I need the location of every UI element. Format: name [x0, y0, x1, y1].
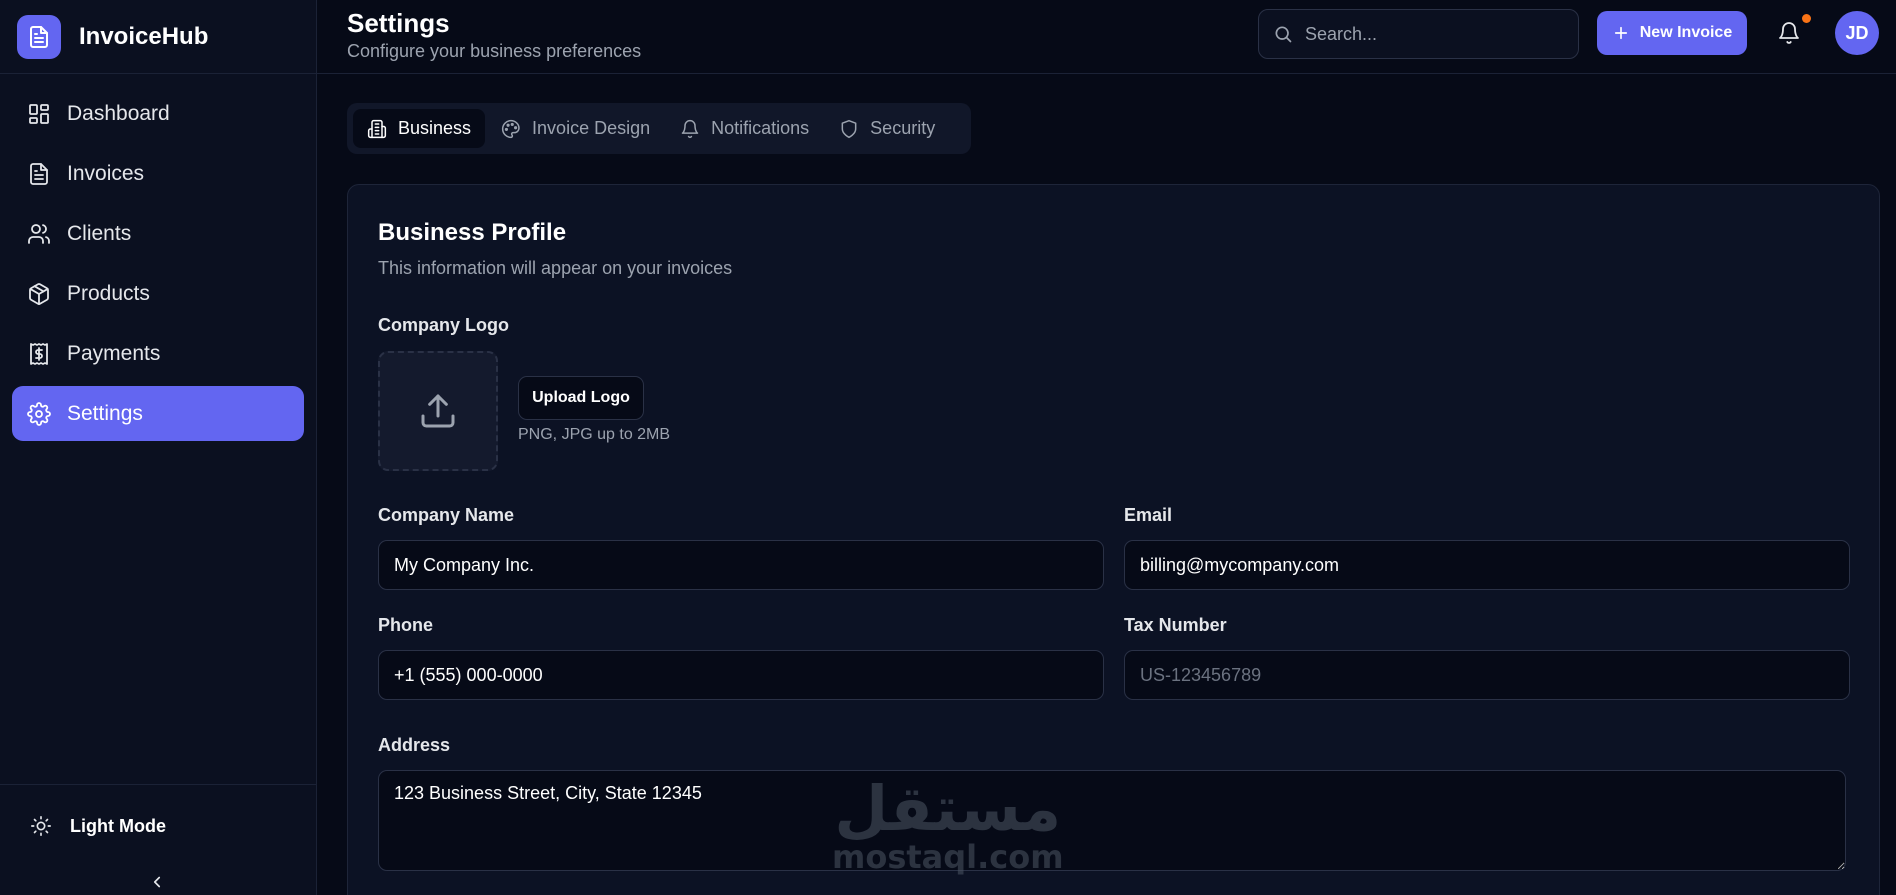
tab-business[interactable]: Business — [353, 109, 486, 148]
new-invoice-label: New Invoice — [1639, 24, 1733, 41]
company-logo-label: Company Logo — [378, 315, 509, 335]
invoice-file-icon — [27, 162, 51, 186]
building-icon — [367, 119, 387, 139]
company-name-input[interactable] — [378, 540, 1104, 590]
tab-label: Invoice Design — [532, 118, 651, 138]
tab-label: Business — [398, 118, 472, 138]
dashboard-icon — [27, 102, 51, 126]
page-subtitle: Configure your business preferences — [347, 41, 642, 61]
sidebar-item-label: Settings — [67, 401, 143, 425]
sun-icon — [30, 815, 52, 837]
notification-dot — [1802, 14, 1811, 23]
phone-label: Phone — [378, 615, 434, 635]
tax-number-label: Tax Number — [1124, 615, 1227, 635]
email-label: Email — [1124, 505, 1173, 525]
sidebar-item-label: Dashboard — [67, 101, 170, 125]
settings-tabs: Business Invoice Design Notifications Se… — [347, 103, 971, 154]
watermark-arabic: مستقل — [834, 772, 1062, 845]
tab-notifications[interactable]: Notifications — [666, 109, 823, 148]
upload-icon — [418, 391, 458, 431]
notifications-bell-icon[interactable] — [1777, 21, 1801, 45]
tab-security[interactable]: Security — [825, 109, 949, 148]
watermark-latin: mostaql.com — [832, 838, 1064, 876]
sidebar-nav: Dashboard Invoices Clients Products Paym… — [0, 74, 316, 441]
sidebar-item-clients[interactable]: Clients — [12, 206, 304, 261]
sidebar-item-label: Payments — [67, 341, 161, 365]
sidebar-item-invoices[interactable]: Invoices — [12, 146, 304, 201]
upload-hint: PNG, JPG up to 2MB — [518, 426, 671, 443]
new-invoice-button[interactable]: New Invoice — [1597, 11, 1747, 55]
search-input[interactable] — [1305, 23, 1565, 45]
company-name-label: Company Name — [378, 505, 515, 525]
page-title: Settings — [347, 8, 450, 38]
light-mode-label: Light Mode — [70, 815, 166, 836]
shield-icon — [839, 119, 859, 139]
sidebar-item-label: Invoices — [67, 161, 145, 185]
brand: InvoiceHub — [0, 0, 316, 74]
sidebar: InvoiceHub Dashboard Invoices Clients Pr… — [0, 0, 317, 895]
mostaql-watermark: مستقل mostaql.com — [832, 772, 1064, 876]
email-input[interactable] — [1124, 540, 1850, 590]
business-profile-card: Business Profile This information will a… — [347, 184, 1880, 895]
bell-icon — [680, 119, 700, 139]
logo-dropzone[interactable] — [378, 351, 498, 471]
tax-number-input[interactable] — [1124, 650, 1850, 700]
users-icon — [27, 222, 51, 246]
top-header: Settings Configure your business prefere… — [317, 0, 1896, 74]
sidebar-item-dashboard[interactable]: Dashboard — [12, 86, 304, 141]
card-subtitle: This information will appear on your inv… — [378, 258, 733, 278]
sidebar-footer: Light Mode — [0, 784, 316, 895]
plus-icon — [1612, 24, 1630, 42]
collapse-sidebar-button[interactable] — [148, 873, 166, 891]
phone-input[interactable] — [378, 650, 1104, 700]
gear-icon — [27, 401, 51, 426]
address-textarea[interactable]: 123 Business Street, City, State 12345 — [378, 770, 1846, 871]
sidebar-item-products[interactable]: Products — [12, 266, 304, 321]
upload-logo-button[interactable]: Upload Logo — [518, 376, 644, 420]
tab-invoice-design[interactable]: Invoice Design — [487, 109, 664, 148]
search-icon — [1273, 24, 1293, 44]
tab-label: Security — [870, 118, 936, 138]
app-name: InvoiceHub — [79, 22, 209, 50]
package-icon — [27, 282, 51, 306]
light-mode-toggle[interactable]: Light Mode — [30, 815, 166, 837]
file-text-icon — [17, 14, 61, 59]
sidebar-item-label: Clients — [67, 221, 132, 245]
chevron-left-icon — [148, 873, 166, 891]
receipt-dollar-icon — [27, 342, 51, 366]
sidebar-item-settings[interactable]: Settings — [12, 386, 304, 441]
card-title: Business Profile — [378, 219, 567, 246]
tab-label: Notifications — [711, 118, 810, 138]
sidebar-item-label: Products — [67, 281, 150, 305]
user-avatar[interactable]: JD — [1835, 11, 1879, 55]
search-box[interactable] — [1258, 9, 1579, 59]
address-label: Address — [378, 735, 451, 755]
palette-icon — [501, 119, 521, 139]
sidebar-item-payments[interactable]: Payments — [12, 326, 304, 381]
